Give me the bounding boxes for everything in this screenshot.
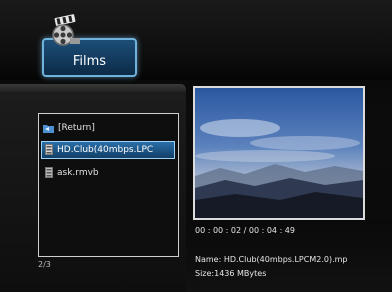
- video-file-icon: [45, 144, 53, 155]
- preview-thumbnail: [195, 88, 363, 218]
- list-item-selected-file[interactable]: HD.Club(40mbps.LPC: [41, 141, 175, 159]
- folder-return-icon: [43, 124, 54, 133]
- list-item-label: HD.Club(40mbps.LPC: [57, 145, 154, 155]
- file-list: [Return] HD.Club(40mbps.LPC ask.rmvb: [38, 113, 179, 257]
- film-reel-clapper-icon: [52, 14, 80, 46]
- file-name-info: Name: HD.Club(40mbps.LPCM2.0).mp: [195, 255, 348, 264]
- playback-time: 00 : 00 : 02 / 00 : 04 : 49: [195, 226, 295, 235]
- list-item-label: ask.rmvb: [57, 168, 99, 178]
- category-label: Films: [72, 54, 107, 69]
- list-item-label: [Return]: [58, 123, 95, 133]
- page-indicator: 2/3: [38, 260, 51, 269]
- video-preview: [193, 86, 365, 220]
- media-player-screen: Films [Return] HD.Club(40mbps.LPC ask.rm…: [0, 0, 392, 292]
- video-file-icon: [45, 167, 53, 178]
- file-size-info: Size:1436 MBytes: [195, 269, 267, 278]
- list-item-return[interactable]: [Return]: [43, 120, 173, 136]
- list-item-file[interactable]: ask.rmvb: [43, 165, 173, 181]
